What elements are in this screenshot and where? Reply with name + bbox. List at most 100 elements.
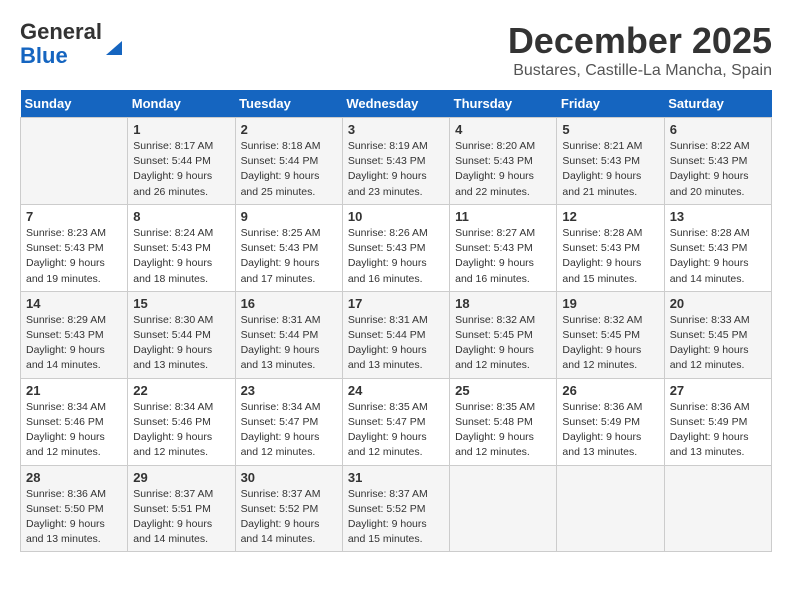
- day-info: Sunrise: 8:19 AMSunset: 5:43 PMDaylight:…: [348, 139, 444, 200]
- calendar-cell: 13Sunrise: 8:28 AMSunset: 5:43 PMDayligh…: [664, 204, 771, 291]
- weekday-monday: Monday: [128, 90, 235, 118]
- title-block: December 2025 Bustares, Castille-La Manc…: [508, 20, 772, 80]
- day-info: Sunrise: 8:17 AMSunset: 5:44 PMDaylight:…: [133, 139, 229, 200]
- calendar-cell: 8 Sunrise: 8:24 AMSunset: 5:43 PMDaylight…: [128, 204, 235, 291]
- calendar-cell: 20 Sunrise: 8:33 AMSunset: 5:45 PMDayligh…: [664, 291, 771, 378]
- day-info: Sunrise: 8:35 AMSunset: 5:48 PMDaylight:…: [455, 400, 551, 461]
- day-info: Sunrise: 8:34 AMSunset: 5:46 PMDaylight:…: [133, 400, 229, 461]
- day-info: Sunrise: 8:31 AMSunset: 5:44 PMDaylight:…: [241, 313, 337, 374]
- day-info: Sunrise: 8:36 AMSunset: 5:50 PMDaylight:…: [26, 487, 122, 548]
- day-info: Sunrise: 8:32 AMSunset: 5:45 PMDaylight:…: [562, 313, 658, 374]
- day-number: 15: [133, 296, 229, 311]
- calendar-cell: [450, 465, 557, 552]
- day-number: 20: [670, 296, 766, 311]
- day-number: 8: [133, 209, 229, 224]
- calendar-week-3: 14 Sunrise: 8:29 AMSunset: 5:43 PMDayligh…: [21, 291, 772, 378]
- calendar-cell: 29 Sunrise: 8:37 AMSunset: 5:51 PMDayligh…: [128, 465, 235, 552]
- day-info: Sunrise: 8:22 AMSunset: 5:43 PMDaylight:…: [670, 139, 766, 200]
- calendar-cell: 22 Sunrise: 8:34 AMSunset: 5:46 PMDayligh…: [128, 378, 235, 465]
- calendar-cell: 15 Sunrise: 8:30 AMSunset: 5:44 PMDayligh…: [128, 291, 235, 378]
- calendar-cell: 1 Sunrise: 8:17 AMSunset: 5:44 PMDaylight…: [128, 118, 235, 205]
- day-number: 23: [241, 383, 337, 398]
- calendar-cell: 16 Sunrise: 8:31 AMSunset: 5:44 PMDayligh…: [235, 291, 342, 378]
- day-number: 24: [348, 383, 444, 398]
- day-info: Sunrise: 8:31 AMSunset: 5:44 PMDaylight:…: [348, 313, 444, 374]
- day-info: Sunrise: 8:20 AMSunset: 5:43 PMDaylight:…: [455, 139, 551, 200]
- calendar-cell: 12 Sunrise: 8:28 AMSunset: 5:43 PMDayligh…: [557, 204, 664, 291]
- calendar-cell: [21, 118, 128, 205]
- day-number: 18: [455, 296, 551, 311]
- calendar-cell: 5Sunrise: 8:21 AMSunset: 5:43 PMDaylight…: [557, 118, 664, 205]
- day-info: Sunrise: 8:35 AMSunset: 5:47 PMDaylight:…: [348, 400, 444, 461]
- day-number: 6: [670, 122, 766, 137]
- calendar-cell: 28Sunrise: 8:36 AMSunset: 5:50 PMDayligh…: [21, 465, 128, 552]
- day-info: Sunrise: 8:25 AMSunset: 5:43 PMDaylight:…: [241, 226, 337, 287]
- weekday-friday: Friday: [557, 90, 664, 118]
- day-info: Sunrise: 8:36 AMSunset: 5:49 PMDaylight:…: [562, 400, 658, 461]
- day-number: 19: [562, 296, 658, 311]
- day-info: Sunrise: 8:32 AMSunset: 5:45 PMDaylight:…: [455, 313, 551, 374]
- calendar-cell: 23Sunrise: 8:34 AMSunset: 5:47 PMDayligh…: [235, 378, 342, 465]
- day-number: 21: [26, 383, 122, 398]
- calendar-body: 1 Sunrise: 8:17 AMSunset: 5:44 PMDaylight…: [21, 118, 772, 552]
- day-number: 31: [348, 470, 444, 485]
- day-info: Sunrise: 8:30 AMSunset: 5:44 PMDaylight:…: [133, 313, 229, 374]
- calendar-week-1: 1 Sunrise: 8:17 AMSunset: 5:44 PMDaylight…: [21, 118, 772, 205]
- calendar-week-2: 7Sunrise: 8:23 AMSunset: 5:43 PMDaylight…: [21, 204, 772, 291]
- day-info: Sunrise: 8:37 AMSunset: 5:51 PMDaylight:…: [133, 487, 229, 548]
- day-info: Sunrise: 8:24 AMSunset: 5:43 PMDaylight:…: [133, 226, 229, 287]
- calendar-cell: 3Sunrise: 8:19 AMSunset: 5:43 PMDaylight…: [342, 118, 449, 205]
- day-info: Sunrise: 8:26 AMSunset: 5:43 PMDaylight:…: [348, 226, 444, 287]
- day-number: 22: [133, 383, 229, 398]
- calendar-cell: 19 Sunrise: 8:32 AMSunset: 5:45 PMDayligh…: [557, 291, 664, 378]
- day-number: 16: [241, 296, 337, 311]
- day-number: 26: [562, 383, 658, 398]
- day-info: Sunrise: 8:37 AMSunset: 5:52 PMDaylight:…: [348, 487, 444, 548]
- day-info: Sunrise: 8:21 AMSunset: 5:43 PMDaylight:…: [562, 139, 658, 200]
- day-info: Sunrise: 8:33 AMSunset: 5:45 PMDaylight:…: [670, 313, 766, 374]
- weekday-thursday: Thursday: [450, 90, 557, 118]
- day-number: 17: [348, 296, 444, 311]
- day-number: 29: [133, 470, 229, 485]
- calendar-cell: 10 Sunrise: 8:26 AMSunset: 5:43 PMDayligh…: [342, 204, 449, 291]
- day-number: 12: [562, 209, 658, 224]
- calendar-cell: 26 Sunrise: 8:36 AMSunset: 5:49 PMDayligh…: [557, 378, 664, 465]
- day-number: 14: [26, 296, 122, 311]
- calendar-cell: 17 Sunrise: 8:31 AMSunset: 5:44 PMDayligh…: [342, 291, 449, 378]
- calendar-cell: 6 Sunrise: 8:22 AMSunset: 5:43 PMDaylight…: [664, 118, 771, 205]
- day-info: Sunrise: 8:36 AMSunset: 5:49 PMDaylight:…: [670, 400, 766, 461]
- calendar-cell: 25 Sunrise: 8:35 AMSunset: 5:48 PMDayligh…: [450, 378, 557, 465]
- calendar-cell: 11 Sunrise: 8:27 AMSunset: 5:43 PMDayligh…: [450, 204, 557, 291]
- day-info: Sunrise: 8:29 AMSunset: 5:43 PMDaylight:…: [26, 313, 122, 374]
- calendar-cell: [557, 465, 664, 552]
- weekday-header-row: SundayMondayTuesdayWednesdayThursdayFrid…: [21, 90, 772, 118]
- calendar-cell: 31 Sunrise: 8:37 AMSunset: 5:52 PMDayligh…: [342, 465, 449, 552]
- calendar-cell: 2 Sunrise: 8:18 AMSunset: 5:44 PMDaylight…: [235, 118, 342, 205]
- logo: GeneralBlue: [20, 20, 126, 68]
- day-number: 9: [241, 209, 337, 224]
- day-info: Sunrise: 8:27 AMSunset: 5:43 PMDaylight:…: [455, 226, 551, 287]
- calendar-cell: 18 Sunrise: 8:32 AMSunset: 5:45 PMDayligh…: [450, 291, 557, 378]
- day-number: 25: [455, 383, 551, 398]
- calendar-cell: 24 Sunrise: 8:35 AMSunset: 5:47 PMDayligh…: [342, 378, 449, 465]
- day-info: Sunrise: 8:28 AMSunset: 5:43 PMDaylight:…: [562, 226, 658, 287]
- calendar-cell: 4Sunrise: 8:20 AMSunset: 5:43 PMDaylight…: [450, 118, 557, 205]
- weekday-tuesday: Tuesday: [235, 90, 342, 118]
- day-number: 11: [455, 209, 551, 224]
- day-number: 2: [241, 122, 337, 137]
- day-info: Sunrise: 8:37 AMSunset: 5:52 PMDaylight:…: [241, 487, 337, 548]
- page-subtitle: Bustares, Castille-La Mancha, Spain: [508, 62, 772, 80]
- logo-icon: [104, 37, 126, 59]
- page-header: GeneralBlue December 2025 Bustares, Cast…: [20, 20, 772, 80]
- day-number: 1: [133, 122, 229, 137]
- calendar-table: SundayMondayTuesdayWednesdayThursdayFrid…: [20, 90, 772, 552]
- calendar-week-4: 21 Sunrise: 8:34 AMSunset: 5:46 PMDayligh…: [21, 378, 772, 465]
- day-info: Sunrise: 8:18 AMSunset: 5:44 PMDaylight:…: [241, 139, 337, 200]
- day-number: 27: [670, 383, 766, 398]
- weekday-sunday: Sunday: [21, 90, 128, 118]
- calendar-cell: 27 Sunrise: 8:36 AMSunset: 5:49 PMDayligh…: [664, 378, 771, 465]
- day-number: 10: [348, 209, 444, 224]
- day-info: Sunrise: 8:23 AMSunset: 5:43 PMDaylight:…: [26, 226, 122, 287]
- page-title: December 2025: [508, 20, 772, 62]
- day-info: Sunrise: 8:28 AMSunset: 5:43 PMDaylight:…: [670, 226, 766, 287]
